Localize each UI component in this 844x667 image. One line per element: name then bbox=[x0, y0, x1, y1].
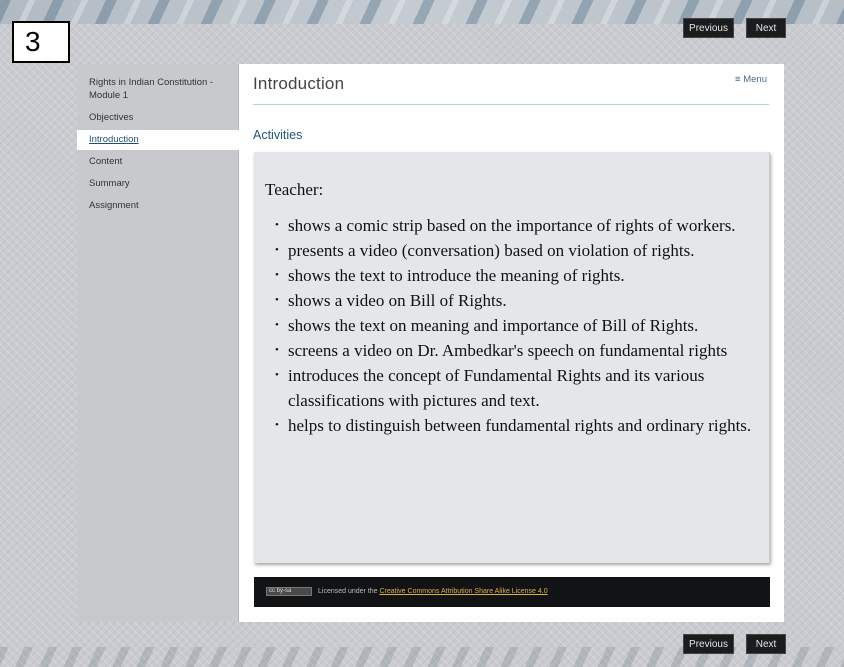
cc-license-badge[interactable]: cc by-sa bbox=[266, 587, 312, 596]
activity-item: shows a comic strip based on the importa… bbox=[274, 213, 762, 238]
license-text: Licensed under the Creative Commons Attr… bbox=[318, 586, 548, 598]
sidebar: Rights in Indian Constitution - Module 1… bbox=[77, 64, 239, 622]
section-heading: Activities bbox=[253, 128, 303, 142]
activity-item: helps to distinguish between fundamental… bbox=[274, 413, 762, 438]
previous-button-bottom[interactable]: Previous bbox=[683, 634, 734, 654]
main-content: Introduction ≡ Menu Activities Teacher: … bbox=[239, 64, 784, 622]
activity-heading: Teacher: bbox=[265, 180, 324, 199]
sidebar-item-content[interactable]: Content bbox=[77, 152, 239, 172]
sidebar-item-objectives[interactable]: Objectives bbox=[77, 108, 239, 128]
hamburger-icon: ≡ bbox=[735, 74, 741, 85]
next-button-bottom[interactable]: Next bbox=[746, 634, 786, 654]
menu-button[interactable]: ≡ Menu bbox=[735, 74, 767, 85]
next-button-top[interactable]: Next bbox=[746, 18, 786, 38]
activity-item: presents a video (conversation) based on… bbox=[274, 238, 762, 263]
license-bar: cc by-sa Licensed under the Creative Com… bbox=[254, 577, 770, 607]
sidebar-item-summary[interactable]: Summary bbox=[77, 174, 239, 194]
activity-item: shows a video on Bill of Rights. bbox=[274, 288, 762, 313]
activity-item: shows the text to introduce the meaning … bbox=[274, 263, 762, 288]
sidebar-item-assignment[interactable]: Assignment bbox=[77, 196, 239, 216]
license-link[interactable]: Creative Commons Attribution Share Alike… bbox=[380, 588, 548, 595]
activity-item: introduces the concept of Fundamental Ri… bbox=[274, 363, 762, 413]
activity-item: shows the text on meaning and importance… bbox=[274, 313, 762, 338]
module-title: Rights in Indian Constitution - Module 1 bbox=[89, 77, 214, 101]
page-title: Introduction bbox=[253, 74, 345, 93]
title-divider bbox=[253, 104, 769, 105]
activity-list: shows a comic strip based on the importa… bbox=[274, 213, 762, 438]
sidebar-item-introduction[interactable]: Introduction bbox=[77, 130, 239, 150]
previous-button-top[interactable]: Previous bbox=[683, 18, 734, 38]
activity-box: Teacher: shows a comic strip based on th… bbox=[254, 152, 770, 563]
slide-number: 3 bbox=[12, 21, 70, 63]
activity-item: screens a video on Dr. Ambedkar's speech… bbox=[274, 338, 762, 363]
menu-label: Menu bbox=[743, 74, 767, 85]
license-prefix: Licensed under the bbox=[318, 588, 378, 595]
